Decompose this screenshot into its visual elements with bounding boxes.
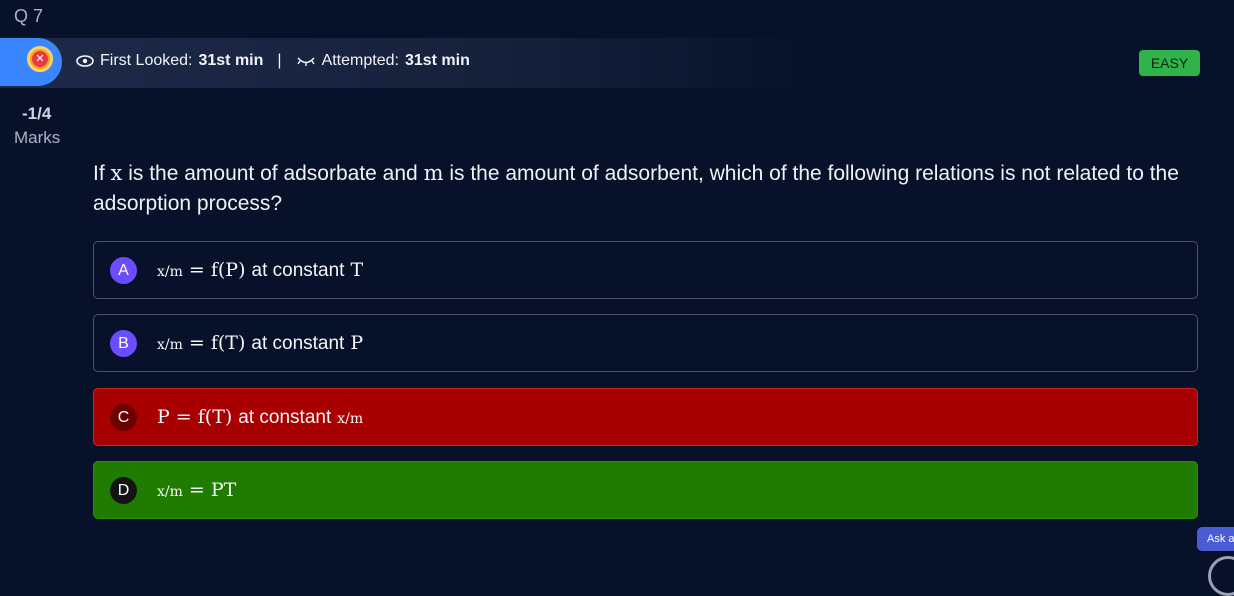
- question-number: Q 7: [14, 6, 44, 26]
- difficulty-badge: EASY: [1139, 50, 1200, 76]
- option-lhs: P: [157, 405, 170, 428]
- marks-label: Marks: [14, 128, 61, 147]
- eye-icon: [76, 55, 94, 67]
- option-eq: = f(T): [175, 405, 233, 428]
- meta-separator: |: [277, 52, 282, 69]
- option-letter: C: [110, 403, 137, 431]
- attempted-label: Attempted:: [321, 52, 399, 69]
- attempt-meta: First Looked: 31st min | Attempted: 31st…: [76, 52, 470, 70]
- ask-button[interactable]: Ask a: [1197, 527, 1234, 551]
- option-eq: = f(T): [188, 331, 246, 354]
- question-var-x: x: [110, 161, 123, 185]
- option-a[interactable]: A x/m = f(P) at constant T: [93, 241, 1198, 299]
- option-eq: = f(P): [188, 258, 246, 281]
- option-eq: = PT: [188, 479, 237, 501]
- question-text: If x is the amount of adsorbate and m is…: [93, 158, 1203, 219]
- option-var: P: [350, 331, 364, 354]
- option-text: at constant: [238, 406, 332, 428]
- option-text: at constant: [251, 259, 345, 281]
- attempted-value: 31st min: [404, 52, 470, 69]
- marks-score: -1/4: [22, 104, 52, 123]
- question-part: If: [93, 162, 111, 185]
- option-c[interactable]: C P = f(T) at constant x/m: [93, 388, 1198, 446]
- chat-widget-icon[interactable]: [1208, 556, 1234, 596]
- option-letter: B: [110, 329, 137, 357]
- option-lhs: x/m: [157, 263, 183, 280]
- first-looked-label: First Looked:: [100, 52, 193, 69]
- option-lhs: x/m: [157, 484, 183, 500]
- option-letter: D: [110, 476, 137, 504]
- option-letter: A: [110, 256, 137, 284]
- option-var: x/m: [337, 410, 364, 427]
- option-b[interactable]: B x/m = f(T) at constant P: [93, 314, 1198, 372]
- option-text: at constant: [251, 332, 345, 354]
- option-d[interactable]: D x/m = PT: [93, 461, 1198, 519]
- closed-eye-icon: [296, 57, 315, 66]
- option-var: T: [350, 258, 364, 281]
- option-lhs: x/m: [157, 336, 183, 353]
- question-var-m: m: [423, 161, 444, 185]
- first-looked-value: 31st min: [198, 52, 264, 69]
- question-part: is the amount of adsorbate and: [122, 162, 424, 185]
- wrong-answer-icon: ✕: [27, 46, 53, 72]
